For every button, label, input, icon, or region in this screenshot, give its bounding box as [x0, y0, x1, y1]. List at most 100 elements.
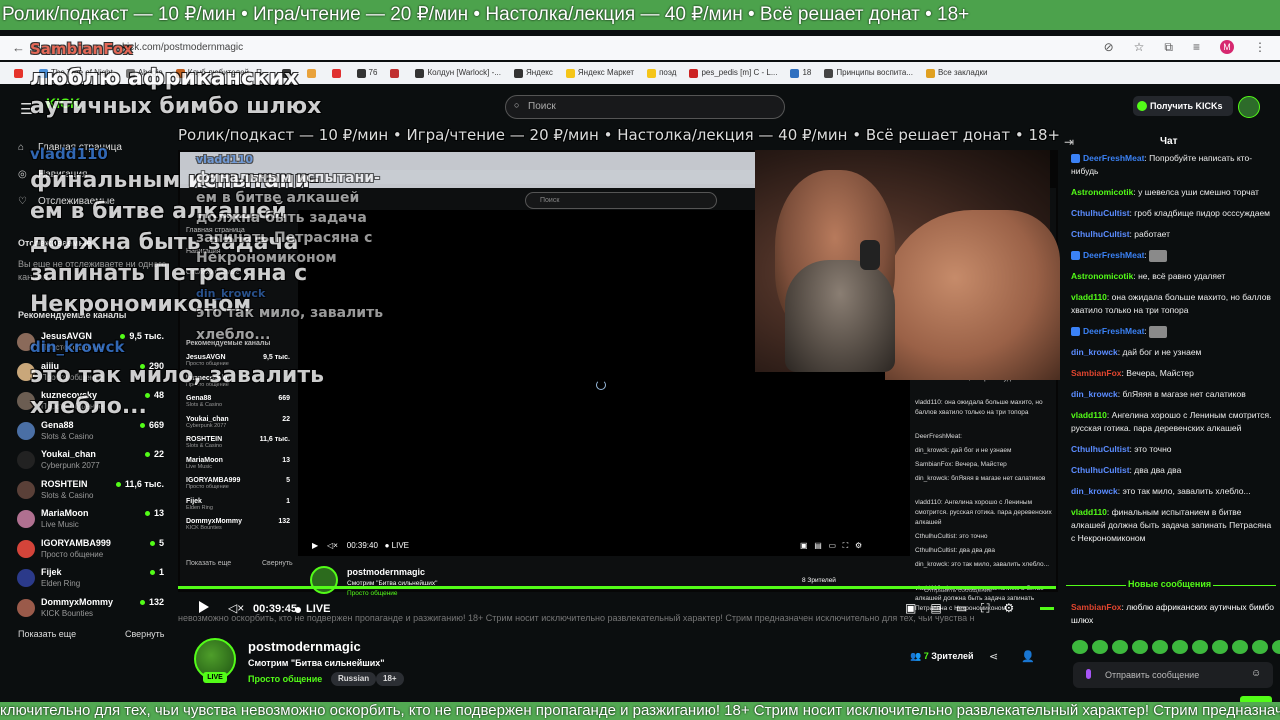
chat-username[interactable]: CthulhuCultist — [1071, 229, 1130, 239]
bookmark-item[interactable]: 76 — [356, 68, 378, 78]
profile-avatar[interactable]: M — [1220, 40, 1234, 54]
bookmark-label: поэд — [659, 68, 677, 78]
chat-username[interactable]: din_krowck — [1071, 389, 1118, 399]
emote-icon[interactable] — [1232, 640, 1248, 654]
bookmark-item[interactable]: 18 — [790, 68, 811, 78]
channel-item[interactable]: IGORYAMBA999 Просто общение 5 — [17, 538, 167, 566]
tag-age[interactable]: 18+ — [376, 672, 404, 686]
chat-username[interactable]: din_krowck — [1071, 347, 1118, 357]
chat-username[interactable]: SambianFox — [1071, 368, 1122, 378]
tag-language[interactable]: Russian — [331, 672, 377, 686]
channel-item[interactable]: Fijek Elden Ring 1 — [17, 567, 167, 595]
bookmark-item[interactable]: Яндекс Маркет — [565, 68, 634, 78]
bookmark-item[interactable]: Принципы воспита... — [824, 68, 913, 78]
bookmark-favicon-icon — [647, 68, 657, 78]
chat-username[interactable]: CthulhuCultist — [1071, 444, 1130, 454]
chat-username[interactable]: CthulhuCultist — [1071, 465, 1130, 475]
bookmark-item[interactable] — [14, 68, 26, 78]
emote-icon[interactable] — [1132, 640, 1148, 654]
follow-icon[interactable]: 👤 — [1021, 650, 1035, 663]
home-icon: ⌂ — [18, 142, 25, 153]
back-arrow-icon[interactable]: ← — [12, 40, 25, 55]
chat-collapse-icon[interactable]: ⇥ — [1064, 135, 1074, 149]
captured-channel-item: MariaMoon 13 Live Music — [186, 457, 290, 470]
chat-username[interactable]: DeerFreshMeat — [1083, 153, 1144, 163]
emote-icon[interactable] — [1192, 640, 1208, 654]
bookmark-label: 76 — [368, 68, 378, 78]
bookmark-item[interactable]: pes_pedis [m] C - L... — [689, 68, 777, 78]
show-more-link[interactable]: Показать еще — [18, 629, 76, 639]
channel-item[interactable]: DommyxMommy KICK Bounties 132 — [17, 597, 167, 625]
bookmark-item[interactable]: Яндекс — [513, 68, 553, 78]
chat-username[interactable]: CthulhuCultist — [1071, 208, 1130, 218]
eye-off-icon[interactable]: ⊘ — [1104, 40, 1114, 55]
chat-text: два два два — [1134, 465, 1182, 475]
channel-item[interactable]: MariaMoon Live Music 13 — [17, 508, 167, 536]
chat-message: vladd110: Ангелина хорошо с Лениным смот… — [1071, 410, 1272, 433]
live-dot-icon — [144, 511, 150, 517]
captured-channel-item: ROSHTEIN 11,6 тыс. Slots & Casino — [186, 436, 290, 449]
chat-message: CthulhuCultist: гроб кладбище пидор оссс… — [1071, 208, 1271, 218]
bookmark-favicon-icon — [565, 68, 575, 78]
chat-username[interactable]: DeerFreshMeat — [1083, 250, 1144, 260]
captured-channel-item: DommyxMommy 132 KICK Bounties — [186, 518, 290, 531]
emote-icon[interactable] — [1072, 640, 1088, 654]
emote-icon[interactable] — [1112, 640, 1128, 654]
channel-item[interactable]: ROSHTEIN Slots & Casino 11,6 тыс. — [17, 479, 167, 507]
bookmark-item[interactable] — [331, 68, 344, 78]
get-kicks-button[interactable]: Получить KICKs — [1133, 96, 1233, 116]
bookmark-item[interactable]: поэд — [647, 68, 677, 78]
collapse-link[interactable]: Свернуть — [125, 629, 164, 639]
channel-item[interactable]: Gena88 Slots & Casino 669 — [17, 420, 167, 448]
emote-icon[interactable] — [1212, 640, 1228, 654]
chat-username[interactable]: DeerFreshMeat — [1083, 326, 1144, 336]
inner-overlay-text: финальным испытани- — [196, 170, 380, 186]
volume-slider[interactable] — [1040, 607, 1054, 610]
user-avatar[interactable] — [1238, 96, 1260, 118]
captured-channel-name: JesusAVGN — [186, 354, 226, 361]
emote-icon[interactable] — [1152, 640, 1168, 654]
extensions-icon[interactable]: ⧉ — [1164, 40, 1173, 55]
channel-item[interactable]: Youkai_chan Cyberpunk 2077 22 — [17, 449, 167, 477]
bookmark-favicon-icon — [390, 68, 400, 78]
emote-icon[interactable] — [1172, 640, 1188, 654]
emoji-icon[interactable]: ☺ — [1251, 668, 1261, 679]
chat-username[interactable]: vladd110 — [1071, 292, 1107, 302]
mic-icon[interactable] — [1086, 669, 1091, 679]
chat-username[interactable]: SambianFox — [1071, 602, 1122, 612]
play-icon[interactable] — [199, 601, 209, 613]
inner-overlay-username: din_krowck — [196, 287, 266, 300]
captured-channel-viewers: 11,6 тыс. — [259, 436, 290, 443]
menu-dots-icon[interactable]: ⋮ — [1254, 40, 1266, 55]
chat-username[interactable]: din_krowck — [1071, 486, 1118, 496]
captured-channel-name: DommyxMommy — [186, 518, 243, 525]
chat-message: din_krowck: это так мило, завалить хлебл… — [1071, 486, 1251, 496]
stream-progress-bar[interactable] — [178, 586, 1056, 589]
chat-username[interactable]: Astronomicotik — [1071, 187, 1133, 197]
chat-emote-icon — [1149, 249, 1168, 262]
chat-input[interactable]: Отправить сообщение — [1073, 662, 1273, 688]
url-field[interactable]: kick.com/postmodernmagic — [122, 42, 243, 53]
captured-channel-viewers: 132 — [278, 518, 290, 525]
stream-category[interactable]: Просто общение — [248, 674, 322, 684]
emote-icon[interactable] — [1092, 640, 1108, 654]
streamer-name[interactable]: postmodernmagic — [248, 639, 361, 654]
bookmark-item[interactable]: Колдун [Warlock] -... — [415, 68, 501, 78]
media-icon[interactable]: ≡ — [1193, 40, 1200, 55]
bookmark-item[interactable] — [390, 68, 402, 78]
search-input[interactable]: Поиск — [505, 95, 785, 119]
bookmark-item[interactable] — [306, 68, 319, 78]
chat-text: работает — [1134, 229, 1171, 239]
subscriber-badge-icon — [1071, 327, 1080, 337]
share-icon[interactable]: ⋖ — [989, 650, 998, 663]
captured-streamer-name: postmodernmagic — [347, 567, 426, 577]
chat-username[interactable]: vladd110 — [1071, 507, 1107, 517]
bookmark-item[interactable]: Все закладки — [925, 68, 987, 78]
star-icon[interactable]: ☆ — [1134, 40, 1145, 55]
emote-icon[interactable] — [1252, 640, 1268, 654]
emote-icon[interactable] — [1272, 640, 1280, 654]
captured-channel-name: Gena88 — [186, 395, 212, 402]
chat-username[interactable]: Astronomicotik — [1071, 271, 1133, 281]
chat-username[interactable]: vladd110 — [1071, 410, 1107, 420]
overlay-text: люблю африканских — [30, 66, 299, 91]
